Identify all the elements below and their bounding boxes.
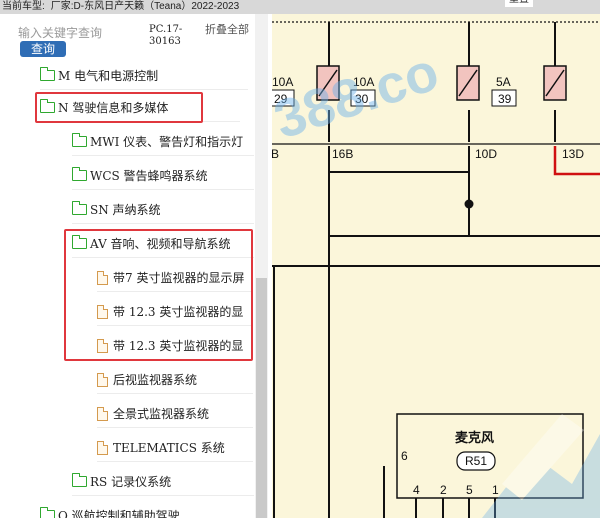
connector-label: B	[272, 147, 279, 161]
tree-item-label: MWI 仪表、警告灯和指示灯	[90, 135, 244, 149]
reset-button[interactable]: 重置	[505, 0, 533, 7]
tree-item-m-electrical[interactable]: M 电气和电源控制	[40, 62, 248, 90]
navigation-sidebar: 查询 PC.17-30163 折叠全部 M 电气和电源控制 N 驾驶信息和多媒体…	[0, 14, 272, 518]
connector-label: 13D	[562, 147, 584, 161]
tree-item-label: TELEMATICS 系统	[113, 441, 225, 455]
collapse-all-button[interactable]: 折叠全部	[205, 24, 251, 36]
search-button[interactable]: 查询	[20, 41, 66, 57]
document-icon	[97, 406, 108, 421]
folder-icon	[40, 99, 55, 113]
wiring-diagram-canvas: 10A 29 10A 30 5A 39 B 16B 10D 13D 麦克风 R5…	[272, 21, 600, 518]
component-code: R51	[465, 454, 487, 468]
document-icon	[97, 372, 108, 387]
folder-icon	[72, 201, 87, 215]
folder-icon	[72, 473, 87, 487]
tree-item-label: N 驾驶信息和多媒体	[58, 101, 169, 115]
tree-item-label: 后视监视器系统	[113, 373, 198, 387]
pin-label: 1	[492, 483, 499, 497]
tree-item-label: 全景式监视器系统	[113, 407, 210, 421]
tree-item-label: WCS 警告蜂鸣器系统	[90, 169, 208, 183]
pin-label: 2	[440, 483, 447, 497]
folder-icon	[72, 133, 87, 147]
tree-item-label: M 电气和电源控制	[58, 69, 159, 83]
pin-label: 5	[466, 483, 473, 497]
search-input[interactable]	[18, 24, 140, 42]
tree-item-label: O 巡航控制和辅助驾驶	[58, 509, 180, 518]
document-icon	[97, 440, 108, 455]
document-icon	[97, 338, 108, 353]
document-icon	[97, 270, 108, 285]
tree-item-label: AV 音响、视频和导航系统	[90, 237, 231, 251]
tree-item-o-cruise[interactable]: O 巡航控制和辅助驾驶	[40, 502, 254, 518]
wiring-diagram: 10A 29 10A 30 5A 39 B 16B 10D 13D 麦克风 R5…	[272, 14, 600, 518]
document-code: PC.17-30163	[149, 24, 183, 47]
connector-label: 10D	[475, 147, 497, 161]
pin-label: 4	[413, 483, 420, 497]
tree-item-12in-display-b[interactable]: 带 12.3 英寸监视器的显	[97, 332, 253, 360]
current-model-label: 当前车型:	[2, 1, 45, 12]
tree-item-wcs[interactable]: WCS 警告蜂鸣器系统	[72, 162, 254, 190]
tree-item-label: 带7 英寸监视器的显示屏	[113, 271, 245, 285]
tree-item-sn[interactable]: SN 声纳系统	[72, 196, 254, 224]
fuse-rating: 5A	[496, 75, 511, 89]
tree-item-rear-view[interactable]: 后视监视器系统	[97, 366, 253, 394]
connector-label: 16B	[332, 147, 353, 161]
folder-icon	[72, 167, 87, 181]
tree-item-12in-display-a[interactable]: 带 12.3 英寸监视器的显	[97, 298, 253, 326]
current-model-name: 厂家:D-东风日产天籁（Teana）2022-2023	[50, 1, 240, 12]
tree-item-label: RS 记录仪系统	[90, 475, 172, 489]
sidebar-scrollbar-thumb[interactable]	[256, 278, 267, 518]
tree-item-rs[interactable]: RS 记录仪系统	[72, 468, 254, 496]
tree-item-mwi[interactable]: MWI 仪表、警告灯和指示灯	[72, 128, 254, 156]
tree-item-panoramic[interactable]: 全景式监视器系统	[97, 400, 253, 428]
top-bar: 当前车型: 厂家:D-东风日产天籁（Teana）2022-2023 重置	[0, 0, 600, 14]
pin-label: 6	[401, 449, 408, 463]
tree-item-7in-display[interactable]: 带7 英寸监视器的显示屏	[97, 264, 253, 292]
document-icon	[97, 304, 108, 319]
tree-item-label: SN 声纳系统	[90, 203, 161, 217]
folder-icon	[40, 67, 55, 81]
fuse-number: 39	[498, 92, 512, 106]
folder-icon	[72, 235, 87, 249]
tree-item-n-driver-info[interactable]: N 驾驶信息和多媒体	[40, 94, 240, 122]
tree-item-av[interactable]: AV 音响、视频和导航系统	[72, 230, 254, 258]
watermark: 388.co	[272, 41, 446, 150]
tree-item-label: 带 12.3 英寸监视器的显	[113, 305, 244, 319]
tree-item-label: 带 12.3 英寸监视器的显	[113, 339, 244, 353]
tree-item-telematics[interactable]: TELEMATICS 系统	[97, 434, 253, 462]
component-name: 麦克风	[455, 430, 494, 445]
folder-icon	[40, 507, 55, 518]
